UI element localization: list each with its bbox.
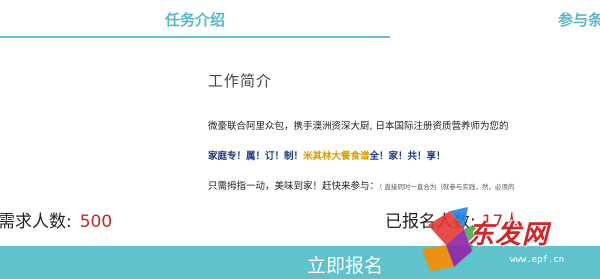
intro-call-to-action: 只需拇指一动，美味到家！赶快来参与： — [208, 181, 380, 192]
intro-highlight-share: 全！家！共！享！ — [369, 151, 446, 162]
section-title: 工作简介 — [208, 72, 273, 90]
registered-count-label: 已报名人数: — [385, 212, 476, 232]
tab-participation-conditions[interactable]: 参与条件 — [390, 0, 600, 38]
signup-button-label: 立即报名 — [306, 255, 383, 277]
tab-participation-conditions-label: 参与条件 — [557, 10, 600, 29]
intro-paragraph-2: 家庭专！属！订！制！米其林大餐食谱全！家！共！享！ — [208, 148, 446, 162]
tab-task-intro[interactable]: 任务介绍 — [0, 0, 390, 38]
watermark-url: www.epf.cn — [510, 255, 565, 265]
intro-highlight-custom: 家庭专！属！订！制！ — [208, 151, 304, 162]
tab-bar: 任务介绍 参与条件 — [0, 0, 600, 38]
required-count: 需求人数: 500 — [0, 207, 112, 232]
intro-fine-print: （ 直接同时一直合为（就参与实践，然，必须的 — [379, 183, 515, 191]
watermark-text: 东发网 — [468, 220, 550, 250]
tab-task-intro-label: 任务介绍 — [164, 10, 225, 29]
intro-highlight-recipe: 米其林大餐食谱 — [303, 151, 370, 162]
task-intro-content: 工作简介 微豪联合阿里众包，携手澳洲资深大厨, 日本国际注册资质营养师为您的 家… — [200, 70, 540, 192]
intro-paragraph-1: 微豪联合阿里众包，携手澳洲资深大厨, 日本国际注册资质营养师为您的 — [208, 121, 509, 132]
required-count-label: 需求人数: — [0, 212, 72, 232]
required-count-value: 500 — [79, 212, 113, 232]
intro-paragraph-3: 只需拇指一动，美味到家！赶快来参与：（ 直接同时一直合为（就参与实践，然，必须的 — [208, 178, 514, 192]
